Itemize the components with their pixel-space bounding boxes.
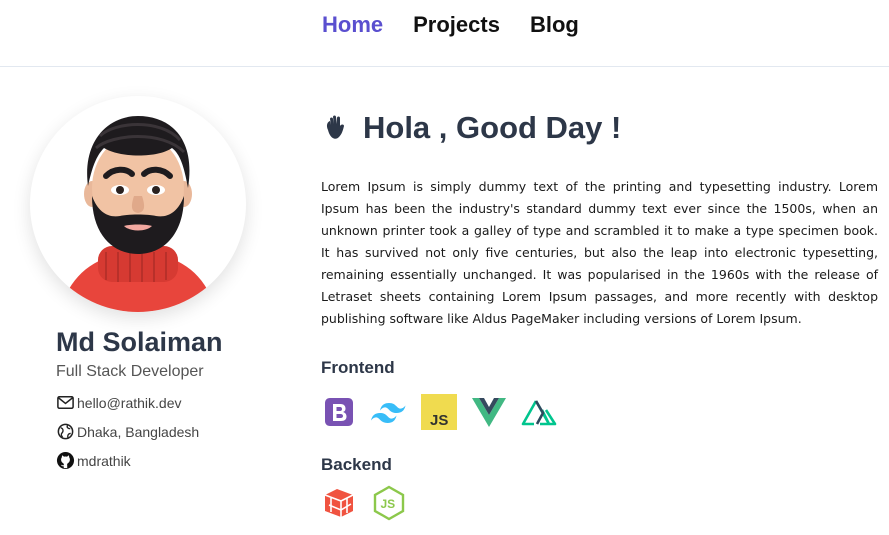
tailwind-icon bbox=[371, 403, 406, 423]
avatar bbox=[30, 96, 246, 312]
profile-name: Md Solaiman bbox=[56, 327, 223, 357]
contact-email-text: hello@rathik.dev bbox=[77, 394, 182, 411]
svg-text:JS: JS bbox=[430, 412, 448, 429]
contact-github[interactable]: mdrathik bbox=[56, 451, 131, 470]
github-icon bbox=[56, 451, 75, 470]
greeting-heading: Hola , Good Day ! bbox=[321, 110, 621, 146]
frontend-title: Frontend bbox=[321, 358, 395, 377]
frontend-icons: JS bbox=[321, 394, 571, 430]
contact-github-text: mdrathik bbox=[77, 452, 131, 469]
bio-paragraph: Lorem Ipsum is simply dummy text of the … bbox=[321, 179, 878, 326]
nav-link-projects[interactable]: Projects bbox=[413, 12, 500, 38]
backend-title: Backend bbox=[321, 455, 392, 474]
profile-role: Full Stack Developer bbox=[56, 363, 204, 380]
bootstrap-icon bbox=[325, 398, 353, 426]
avatar-illustration bbox=[60, 116, 216, 312]
contact-location: Dhaka, Bangladesh bbox=[56, 422, 199, 441]
nodejs-icon: JS bbox=[373, 485, 405, 521]
svg-text:JS: JS bbox=[381, 497, 396, 511]
vue-icon bbox=[472, 398, 506, 427]
nuxt-icon bbox=[521, 400, 557, 426]
waving-hand-icon bbox=[326, 115, 344, 139]
nav-links: Home Projects Blog bbox=[322, 12, 579, 38]
javascript-icon: JS bbox=[421, 394, 457, 430]
top-navbar: Home Projects Blog bbox=[0, 0, 889, 67]
backend-icons: JS bbox=[321, 485, 421, 521]
page-title: Hola , Good Day ! bbox=[363, 110, 622, 145]
nav-link-blog[interactable]: Blog bbox=[530, 12, 579, 38]
mail-icon bbox=[57, 396, 74, 409]
contact-location-text: Dhaka, Bangladesh bbox=[77, 423, 200, 440]
nav-link-home[interactable]: Home bbox=[322, 12, 383, 38]
contact-email[interactable]: hello@rathik.dev bbox=[56, 393, 182, 412]
laravel-icon bbox=[324, 489, 354, 517]
globe-icon bbox=[57, 423, 74, 440]
